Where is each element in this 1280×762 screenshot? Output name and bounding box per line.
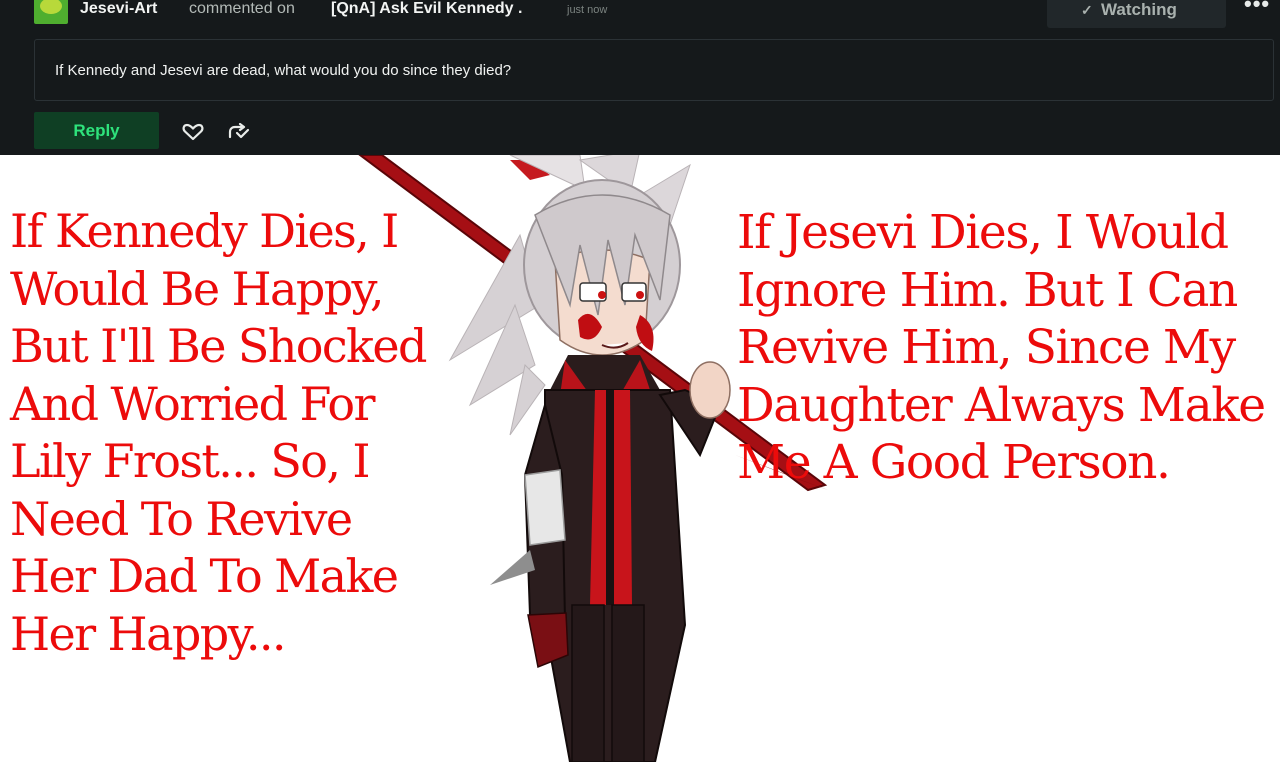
comment-body-box: If Kennedy and Jesevi are dead, what wou… [34, 39, 1274, 101]
answer-line: If Jesevi Dies, I Would [737, 205, 1229, 260]
share-icon[interactable] [227, 123, 251, 141]
comment-author[interactable]: Jesevi-Art [80, 0, 157, 18]
reply-button[interactable]: Reply [34, 112, 159, 149]
watching-button[interactable]: ✓ Watching [1047, 0, 1226, 28]
answer-right-text: If Jesevi Dies, I Would Ignore Him. But … [737, 204, 1277, 492]
comment-timestamp[interactable]: just now [567, 3, 607, 17]
comment-panel: Jesevi-Art commented on [QnA] Ask Evil K… [0, 0, 1280, 155]
artwork-panel: If Kennedy Dies, I Would Be Happy, But I… [0, 155, 1280, 762]
answer-line: Her Dad To Make [10, 549, 399, 603]
answer-line: Would Be Happy, [10, 261, 384, 316]
comment-header: Jesevi-Art commented on [QnA] Ask Evil K… [0, 0, 1280, 28]
heart-icon[interactable] [182, 123, 204, 141]
answer-line: If Kennedy Dies, I [10, 204, 399, 258]
answer-line: Daughter Always Make [737, 377, 1266, 433]
comment-action-text: commented on [189, 0, 295, 17]
watching-label: Watching [1101, 0, 1177, 19]
answer-line: And Worried For [10, 376, 375, 431]
answer-line: Her Happy... [10, 606, 287, 661]
answer-line: But I'll Be Shocked [10, 319, 427, 373]
avatar[interactable] [34, 0, 68, 24]
answer-left-text: If Kennedy Dies, I Would Be Happy, But I… [10, 203, 480, 663]
answer-line: Lily Frost... So, I [10, 434, 371, 488]
check-icon: ✓ [1081, 2, 1093, 18]
comment-body: If Kennedy and Jesevi are dead, what wou… [55, 62, 512, 79]
answer-line: Need To Revive [10, 491, 353, 546]
answer-line: Ignore Him. But I Can [737, 262, 1238, 318]
deviation-link[interactable]: [QnA] Ask Evil Kennedy . [331, 0, 522, 18]
answer-line: Me A Good Person. [737, 435, 1171, 490]
more-options-button[interactable]: ••• [1244, 0, 1274, 20]
answer-line: Revive Him, Since My [737, 320, 1236, 375]
